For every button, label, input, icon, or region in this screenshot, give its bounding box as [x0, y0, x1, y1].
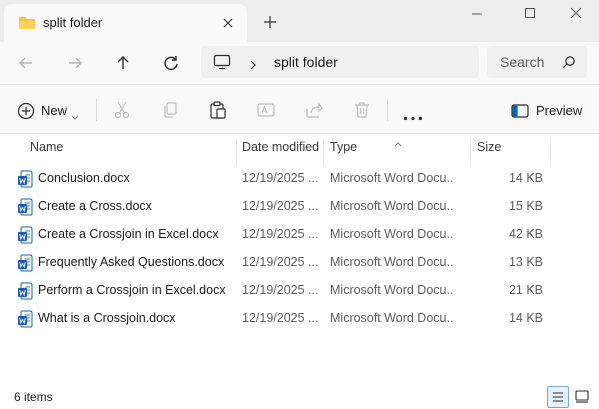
column-header-type[interactable]: Type	[330, 140, 357, 154]
tab-split-folder[interactable]: split folder	[4, 4, 247, 42]
chevron-right-icon[interactable]	[248, 57, 258, 75]
title-bar: split folder	[0, 0, 599, 42]
more-options-icon[interactable]	[403, 108, 423, 126]
file-name[interactable]: Create a Crossjoin in Excel.docx	[38, 227, 219, 241]
rename-icon[interactable]	[256, 100, 276, 120]
toolbar-divider	[387, 99, 388, 121]
file-type: Microsoft Word Docu...	[330, 283, 454, 297]
share-icon[interactable]	[304, 100, 324, 120]
file-type: Microsoft Word Docu...	[330, 227, 454, 241]
toolbar-divider	[96, 99, 97, 121]
close-window-icon[interactable]	[565, 6, 587, 22]
file-date-modified: 12/19/2025 ...	[242, 199, 319, 213]
file-size: 14 KB	[508, 311, 543, 325]
column-divider[interactable]	[550, 140, 551, 166]
file-type: Microsoft Word Docu...	[330, 255, 454, 269]
close-icon[interactable]	[220, 15, 236, 31]
file-size: 42 KB	[508, 227, 543, 241]
column-header-date-modified[interactable]: Date modified	[242, 140, 319, 154]
file-name[interactable]: Perform a Crossjoin in Excel.docx	[38, 283, 226, 297]
search-icon	[562, 55, 576, 74]
preview-button[interactable]: Preview	[536, 103, 582, 118]
back-arrow-icon[interactable]	[15, 52, 37, 74]
file-name[interactable]: Frequently Asked Questions.docx	[38, 255, 224, 269]
tiles-view-button[interactable]	[574, 388, 590, 409]
minimize-icon[interactable]	[466, 6, 488, 22]
plus-icon[interactable]	[262, 14, 278, 30]
file-date-modified: 12/19/2025 ...	[242, 311, 319, 325]
computer-icon	[213, 54, 231, 75]
file-date-modified: 12/19/2025 ...	[242, 227, 319, 241]
file-date-modified: 12/19/2025 ...	[242, 255, 319, 269]
column-divider[interactable]	[236, 140, 237, 166]
chevron-down-icon[interactable]	[71, 108, 79, 126]
status-bar: 6 items	[0, 384, 599, 409]
file-row[interactable]: Create a Cross.docx 12/19/2025 ... Microso…	[0, 192, 599, 220]
file-row[interactable]: What is a Crossjoin.docx 12/19/2025 ... Mi…	[0, 304, 599, 332]
column-header-size[interactable]: Size	[477, 140, 501, 154]
maximize-icon[interactable]	[519, 6, 541, 22]
sort-up-icon	[394, 134, 402, 152]
file-type: Microsoft Word Docu...	[330, 171, 454, 185]
paste-icon[interactable]	[208, 100, 228, 120]
new-button[interactable]: New	[41, 103, 67, 118]
column-divider[interactable]	[470, 140, 471, 166]
breadcrumb-current[interactable]: split folder	[274, 54, 338, 70]
file-row[interactable]: Create a Crossjoin in Excel.docx 12/19/20…	[0, 220, 599, 248]
copy-icon[interactable]	[160, 100, 180, 120]
new-plus-icon[interactable]	[17, 102, 35, 125]
word-document-icon	[17, 310, 33, 333]
file-date-modified: 12/19/2025 ...	[242, 283, 319, 297]
file-name[interactable]: What is a Crossjoin.docx	[38, 311, 176, 325]
address-bar: split folder Search	[0, 42, 599, 84]
refresh-icon[interactable]	[160, 52, 182, 74]
file-row[interactable]: Frequently Asked Questions.docx 12/19/202…	[0, 248, 599, 276]
forward-arrow-icon[interactable]	[64, 52, 86, 74]
preview-pane-icon[interactable]	[511, 104, 529, 123]
word-document-icon	[17, 254, 33, 277]
file-size: 14 KB	[508, 171, 543, 185]
word-document-icon	[17, 226, 33, 249]
command-bar: New Preview	[0, 84, 599, 134]
file-row[interactable]: Conclusion.docx 12/19/2025 ... Microsoft W…	[0, 164, 599, 192]
file-type: Microsoft Word Docu...	[330, 311, 454, 325]
item-count: 6 items	[14, 390, 53, 404]
file-size: 13 KB	[508, 255, 543, 269]
word-document-icon	[17, 170, 33, 193]
file-date-modified: 12/19/2025 ...	[242, 171, 319, 185]
search-input[interactable]: Search	[487, 46, 587, 78]
file-row[interactable]: Perform a Crossjoin in Excel.docx 12/19/2…	[0, 276, 599, 304]
up-arrow-icon[interactable]	[112, 52, 134, 74]
file-size: 15 KB	[508, 199, 543, 213]
delete-icon[interactable]	[352, 100, 372, 120]
file-name[interactable]: Conclusion.docx	[38, 171, 130, 185]
column-divider[interactable]	[323, 140, 324, 166]
folder-icon	[18, 15, 36, 36]
address-path[interactable]: split folder	[201, 46, 479, 78]
tab-title: split folder	[43, 15, 103, 30]
file-size: 21 KB	[508, 283, 543, 297]
search-placeholder: Search	[500, 54, 545, 70]
cut-icon[interactable]	[112, 100, 132, 120]
word-document-icon	[17, 282, 33, 305]
details-view-button[interactable]	[547, 386, 569, 408]
file-list: Name Date modified Type Size Conclusion.…	[0, 134, 599, 374]
column-headers: Name Date modified Type Size	[0, 134, 599, 166]
word-document-icon	[17, 198, 33, 221]
file-type: Microsoft Word Docu...	[330, 199, 454, 213]
column-header-name[interactable]: Name	[30, 140, 63, 154]
file-name[interactable]: Create a Cross.docx	[38, 199, 152, 213]
